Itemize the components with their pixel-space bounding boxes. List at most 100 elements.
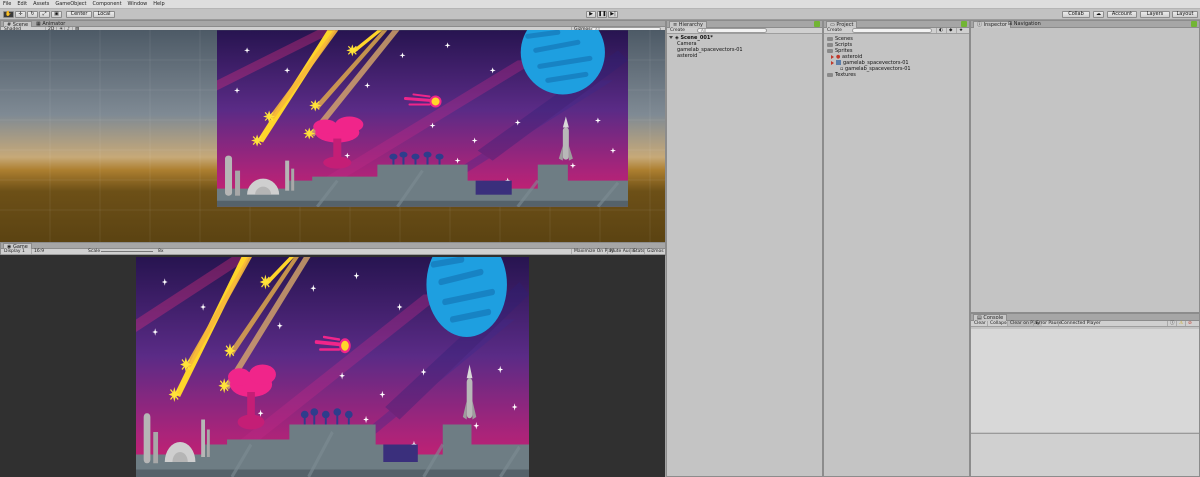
console-detail-area[interactable] [971,433,1199,476]
console-clear-label: Clear [974,321,986,326]
play-button[interactable]: ▶ [586,11,596,18]
folder-icon [827,36,833,41]
play-icon: ▶ [589,11,593,17]
menu-assets[interactable]: Assets [30,0,52,9]
console-toolbar: Clear Collapse Clear on Play Error Pause… [971,321,1199,327]
console-connected-player-dropdown[interactable]: Connected Player [1058,321,1103,326]
console-warning-filter[interactable]: ⚠ [1176,321,1185,326]
warning-filter-icon: ⚠ [1179,321,1184,326]
hierarchy-item-label: asteroid [677,53,698,59]
step-button[interactable]: ▶| [608,11,618,18]
game-render [136,257,529,477]
menu-window[interactable]: Window [125,0,151,9]
display-label: Display 1 [4,249,25,254]
tab-project[interactable]: ▭ Project [826,21,858,28]
collab-dropdown[interactable]: Collab [1062,11,1090,18]
display-dropdown[interactable]: Display 1 [2,249,27,254]
cloud-button[interactable]: ☁ [1093,11,1104,18]
hierarchy-item-asteroid[interactable]: asteroid [677,53,697,59]
hand-tool-button[interactable]: ✋ [3,11,14,18]
scale-icon: ⤢ [42,11,47,17]
layers-label: Layers [1146,11,1164,17]
project-toolbar: Create ◐ ◆ ★ [824,28,969,34]
pivot-toggle[interactable]: Center [66,11,92,18]
console-error-filter[interactable]: ⊘ [1185,321,1194,326]
tab-navigation[interactable]: ⊞ Navigation [1005,21,1044,28]
aspect-dropdown[interactable]: 16:9 [31,249,46,254]
tag-icon: ◆ [949,28,953,33]
hierarchy-create-label: Create [670,28,685,33]
tab-navigation-label: Navigation [1013,21,1041,27]
hierarchy-toolbar: Create All [667,28,822,34]
tab-hierarchy[interactable]: ≡ Hierarchy [669,21,707,28]
cloud-icon: ☁ [1096,11,1101,17]
error-filter-icon: ⊘ [1188,321,1192,326]
project-status-icon [961,21,967,27]
menu-file[interactable]: File [0,0,14,9]
favorite-button[interactable]: ★ [956,28,965,33]
folder-icon [827,72,833,77]
scene-viewport[interactable] [0,30,665,242]
rect-tool-button[interactable]: ▣ [51,11,62,18]
game-viewport[interactable] [0,255,665,477]
folder-icon [827,42,833,47]
space-toggle[interactable]: Local [93,11,115,18]
scale-tool-button[interactable]: ⤢ [39,11,50,18]
hierarchy-create-dropdown[interactable]: Create [668,28,687,33]
menu-bar: File Edit Assets GameObject Component Window H… [0,0,1200,9]
hierarchy-search-placeholder: All [701,28,706,33]
layout-label: Layout [1176,11,1194,17]
tab-console[interactable]: ▤ Console [973,314,1008,321]
project-search-input[interactable] [852,28,932,33]
console-clear-button[interactable]: Clear [972,321,988,326]
filter-type-button[interactable]: ◐ [936,28,945,33]
project-folder-textures[interactable]: Textures [827,72,856,78]
account-label: Account [1111,11,1133,17]
move-icon: ✛ [18,11,23,17]
console-panel: ▤ Console Clear Collapse Clear on Play E… [970,313,1200,477]
console-connected-player-label: Connected Player [1061,321,1101,326]
project-item-label: Textures [835,72,856,78]
project-tabbar: ▭ Project [824,21,969,28]
game-gizmos-label: Gizmos [647,249,664,254]
move-tool-button[interactable]: ✛ [15,11,26,18]
menu-component[interactable]: Component [90,0,125,9]
inspector-panel: ⓘ Inspector ⊞ Navigation [970,20,1200,313]
tab-inspector-label: Inspector [983,22,1007,28]
rotate-tool-button[interactable]: ↻ [27,11,38,18]
project-panel: ▭ Project Create ◐ ◆ ★ Scenes Scripts Sp… [823,20,970,477]
collab-status-icon [814,21,820,27]
hand-icon: ✋ [5,11,12,17]
expand-icon [831,54,834,59]
scale-label: Scale [88,249,101,254]
pause-button[interactable]: ❚❚ [597,11,607,18]
stats-label: Stats [633,249,645,254]
scene-sprite-artwork[interactable] [217,30,628,207]
game-gizmos-dropdown[interactable]: Gizmos [644,249,666,254]
aspect-label: 16:9 [34,249,45,254]
filter-label-button[interactable]: ◆ [946,28,954,33]
console-tabbar: ▤ Console [971,314,1199,321]
menu-help[interactable]: Help [150,0,167,9]
account-dropdown[interactable]: Account [1107,11,1137,18]
rotate-icon: ↻ [30,11,35,17]
info-filter-icon: ⓘ [1170,321,1175,326]
scale-slider[interactable] [101,251,153,252]
console-log-area[interactable] [971,329,1199,432]
step-icon: ▶| [610,11,616,17]
scale-value: 8x [158,249,164,254]
project-create-label: Create [827,28,842,33]
hierarchy-tabbar: ≡ Hierarchy [667,21,822,28]
project-create-dropdown[interactable]: Create [825,28,844,33]
pause-icon: ❚❚ [598,11,607,17]
menu-edit[interactable]: Edit [14,0,30,9]
layers-dropdown[interactable]: Layers [1140,11,1170,18]
menu-gameobject[interactable]: GameObject [52,0,89,9]
hierarchy-search-input[interactable]: All [697,28,767,33]
expand-icon [831,60,834,65]
collab-label: Collab [1068,11,1084,17]
game-panel: ◉ Game Display 1 16:9 Scale 8x Maximize … [0,242,666,256]
layout-dropdown[interactable]: Layout [1172,11,1198,18]
space-label: Local [97,11,111,17]
sprite-sheet-icon [836,60,841,65]
